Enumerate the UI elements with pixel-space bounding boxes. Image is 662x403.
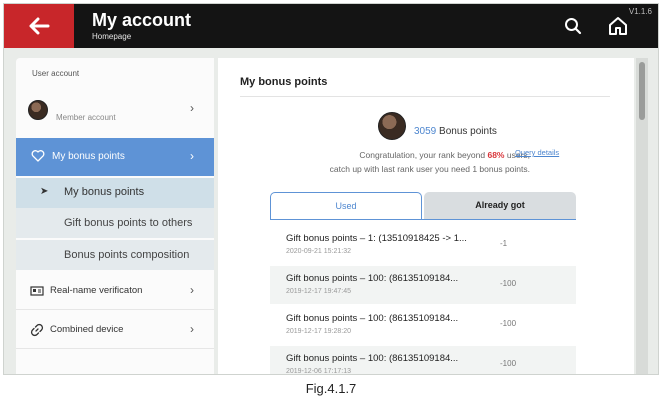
list-item[interactable]: Gift bonus points – 100: (86135109184...… <box>270 266 576 304</box>
sidebar-item-member-account[interactable]: Member account › <box>16 92 214 132</box>
submenu-item-gift-bonus-points[interactable]: Gift bonus points to others <box>16 208 214 238</box>
arrow-left-icon <box>29 17 50 35</box>
list-item[interactable]: Gift bonus points – 1: (13510918425 -> 1… <box>270 226 576 264</box>
id-card-icon <box>30 286 44 296</box>
top-bar: My account Homepage V1.1.6 <box>4 4 658 48</box>
rank-message: Congratulation, your rank beyond 68% use… <box>218 148 530 176</box>
sidebar-item-real-name-verification[interactable]: Real-name verificaton › <box>16 272 214 310</box>
divider <box>240 96 610 97</box>
record-description: Gift bonus points – 100: (86135109184... <box>286 353 459 364</box>
points-summary: 3059 Bonus points <box>414 126 497 137</box>
record-amount: -100 <box>500 279 517 288</box>
page-title: My account <box>92 10 192 30</box>
scrollbar-thumb[interactable] <box>639 62 645 120</box>
tab-used[interactable]: Used <box>270 192 422 220</box>
points-value: 3059 <box>414 126 437 137</box>
chevron-right-icon: › <box>190 149 194 163</box>
app-window: My account Homepage V1.1.6 User account … <box>3 3 659 375</box>
record-date: 2019-12-17 19:28:20 <box>286 328 351 335</box>
record-amount: -100 <box>500 319 517 328</box>
record-description: Gift bonus points – 100: (86135109184... <box>286 313 459 324</box>
chevron-right-icon: › <box>190 101 194 115</box>
triangle-right-icon: ➤ <box>40 186 49 197</box>
record-description: Gift bonus points – 100: (86135109184... <box>286 273 459 284</box>
rank-message-line2: catch up with last rank user you need 1 … <box>329 164 530 174</box>
sidebar-item-label: Combined device <box>50 324 124 335</box>
sidebar-item-label: My bonus points <box>52 151 125 162</box>
sidebar-item-label: Member account <box>56 113 116 122</box>
record-date: 2020-09-21 15:21:32 <box>286 248 351 255</box>
avatar <box>28 100 48 120</box>
submenu-item-my-bonus-points[interactable]: ➤ My bonus points <box>16 178 214 208</box>
submenu-item-bonus-composition[interactable]: Bonus points composition <box>16 240 214 270</box>
record-date: 2019-12-17 19:47:45 <box>286 288 351 295</box>
rank-percent: 68% <box>487 150 505 160</box>
sidebar-item-label: Real-name verificaton <box>50 285 143 296</box>
query-details-link[interactable]: Query details <box>515 148 559 157</box>
scrollbar[interactable] <box>636 58 648 374</box>
submenu-item-label: Gift bonus points to others <box>64 217 193 229</box>
points-label: Bonus points <box>436 126 497 137</box>
chevron-right-icon: › <box>190 283 194 297</box>
tab-already-got[interactable]: Already got <box>424 192 576 220</box>
record-amount: -1 <box>500 239 508 248</box>
record-date: 2019-12-06 17:17:13 <box>286 368 351 375</box>
tab-label: Already got <box>475 200 525 210</box>
link-icon <box>30 323 44 337</box>
search-icon[interactable] <box>564 17 582 35</box>
heart-icon <box>31 150 45 162</box>
list-item[interactable]: Gift bonus points – 100: (86135109184...… <box>270 306 576 344</box>
sidebar-section-label: User account <box>32 69 80 78</box>
sidebar-item-bonus-points[interactable]: My bonus points › <box>16 138 214 176</box>
tab-underline <box>270 219 576 220</box>
list-item[interactable]: Gift bonus points – 100: (86135109184...… <box>270 346 576 375</box>
avatar <box>378 112 406 140</box>
main-panel: My bonus points 3059 Bonus points Congra… <box>218 58 634 375</box>
partial-icon <box>94 374 104 375</box>
record-amount: -100 <box>500 359 517 368</box>
home-icon[interactable] <box>607 15 629 37</box>
sidebar: User account Member account › My bonus p… <box>16 58 214 375</box>
section-title: My bonus points <box>240 76 328 88</box>
rank-message-prefix: Congratulation, your rank beyond <box>359 150 488 160</box>
submenu-item-label: My bonus points <box>64 186 145 198</box>
chevron-right-icon: › <box>190 322 194 336</box>
figure-caption: Fig.4.1.7 <box>305 381 357 396</box>
sidebar-item-combined-device[interactable]: Combined device › <box>16 311 214 349</box>
submenu-item-label: Bonus points composition <box>64 249 190 261</box>
back-button[interactable] <box>4 4 74 48</box>
version-label: V1.1.6 <box>628 7 652 16</box>
tab-label: Used <box>335 201 357 211</box>
record-description: Gift bonus points – 1: (13510918425 -> 1… <box>286 233 467 244</box>
page-subtitle: Homepage <box>92 32 132 41</box>
